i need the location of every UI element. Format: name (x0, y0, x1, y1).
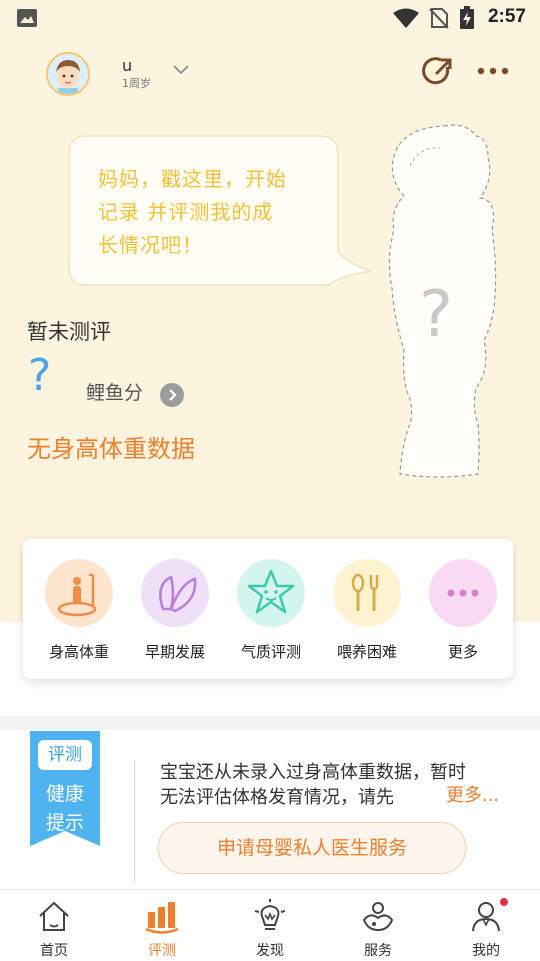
function-label: 气质评测 (240, 643, 301, 661)
tips-separator (134, 760, 135, 884)
score-unknown-mark: ? (28, 350, 52, 401)
function-icon-bg (333, 559, 401, 627)
status-bar: 2:57 (0, 0, 540, 36)
star-face-icon (247, 569, 295, 614)
more-menu-icon[interactable] (476, 66, 510, 76)
chart-bars-icon (145, 902, 179, 934)
more-link[interactable]: 更多... (446, 781, 499, 807)
bubble-line: 长情况吧！ (98, 233, 203, 257)
bubble-line: 记录 并评测我的成 (98, 200, 274, 224)
function-early-development[interactable]: 早期发展 (127, 559, 223, 662)
bubble-line: 妈妈，戳这里，开始 (98, 167, 287, 191)
battery-charging-icon (460, 6, 474, 29)
nav-label: 评测 (148, 943, 176, 959)
function-height-weight[interactable]: 身高体重 (31, 559, 127, 662)
nav-mine[interactable]: 我的 (432, 890, 540, 961)
tip-text: 宝宝还从未录入过身高体重数据，暂时 (160, 762, 466, 783)
home-icon (39, 901, 69, 931)
function-temperament[interactable]: 气质评测 (223, 559, 319, 662)
spoon-fork-icon (351, 573, 379, 611)
apply-doctor-button[interactable]: 申请母婴私人医生服务 (158, 822, 466, 874)
nav-label: 发现 (256, 943, 284, 959)
more-dots-icon (447, 589, 479, 597)
nav-label: 服务 (364, 943, 392, 959)
wifi-icon (393, 8, 419, 28)
function-icon-bg (237, 559, 305, 627)
evaluation-status: 暂未测评 (27, 320, 111, 344)
nav-label: 我的 (472, 943, 500, 959)
function-icon-bg (45, 559, 113, 627)
notification-dot (500, 898, 508, 906)
health-tips-title: 健康 (45, 783, 84, 805)
function-icon-bg (429, 559, 497, 627)
no-sim-icon (429, 8, 449, 29)
section-divider (0, 716, 540, 730)
function-label: 更多 (447, 643, 478, 661)
health-tips-title: 提示 (45, 812, 84, 834)
baby-silhouette[interactable]: ? (380, 118, 510, 484)
evaluation-badge: 评测 (38, 740, 92, 770)
chevron-right-icon (169, 389, 177, 401)
clock: 2:57 (487, 6, 526, 27)
leaf-icon (159, 575, 197, 613)
ruler-person-icon (57, 573, 97, 617)
nav-service[interactable]: 服务 (324, 890, 432, 961)
carp-score-arrow-button[interactable] (160, 383, 184, 407)
carp-score-label[interactable]: 鲤鱼分 (86, 378, 143, 405)
function-icon-bg (141, 559, 209, 627)
service-icon (362, 902, 394, 932)
profile-icon (472, 902, 500, 932)
nav-home[interactable]: 首页 (0, 890, 108, 961)
bubble-text[interactable]: 妈妈，戳这里，开始 记录 并评测我的成 长情况吧！ (98, 163, 326, 262)
tip-text: 无法评估体格发育情况，请先 (160, 787, 394, 808)
profile-age: 1周岁 (122, 77, 151, 90)
unknown-mark: ? (419, 278, 453, 352)
chevron-down-icon[interactable] (172, 64, 190, 76)
function-label: 喂养困难 (336, 643, 397, 661)
bulb-icon (254, 899, 286, 930)
function-more[interactable]: 更多 (415, 559, 511, 662)
baby-avatar-icon (48, 54, 88, 94)
nav-discover[interactable]: 发现 (216, 890, 324, 961)
gallery-notification-icon (17, 9, 37, 27)
bottom-nav: 首页 评测 发现 服务 我的 (0, 889, 540, 961)
nav-evaluation[interactable]: 评测 (108, 890, 216, 961)
function-label: 早期发展 (144, 643, 205, 661)
profile-name[interactable]: u (122, 56, 132, 75)
function-grid: 身高体重 早期发展 气质评测 喂养困难 更多 (23, 539, 513, 679)
nav-label: 首页 (40, 943, 68, 959)
share-icon[interactable] (421, 55, 455, 89)
function-feeding[interactable]: 喂养困难 (319, 559, 415, 662)
no-data-text[interactable]: 无身高体重数据 (27, 429, 195, 464)
avatar[interactable] (46, 52, 90, 96)
function-label: 身高体重 (48, 643, 109, 661)
